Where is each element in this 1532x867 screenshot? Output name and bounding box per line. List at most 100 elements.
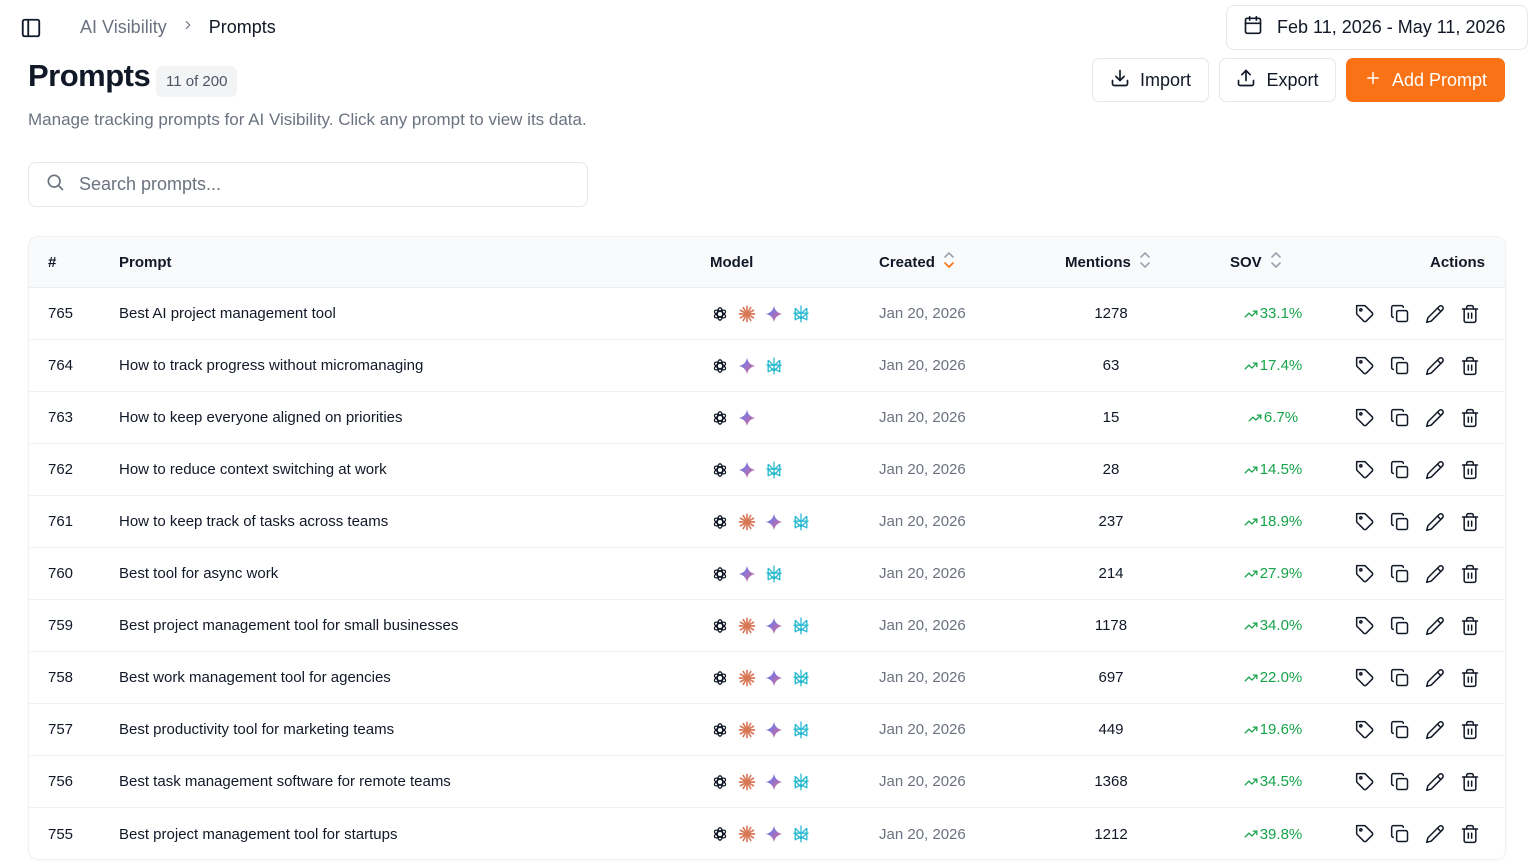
copy-icon[interactable] [1389, 511, 1411, 533]
row-prompt[interactable]: How to keep track of tasks across teams [119, 513, 388, 530]
table-header: # Prompt Model Created Mentions SOV Acti… [29, 237, 1505, 288]
edit-icon[interactable] [1424, 615, 1446, 637]
import-button[interactable]: Import [1092, 58, 1209, 102]
copy-icon[interactable] [1389, 823, 1411, 845]
edit-icon[interactable] [1424, 823, 1446, 845]
claude-icon [737, 824, 757, 844]
row-id: 760 [48, 565, 74, 582]
trash-icon[interactable] [1459, 771, 1481, 793]
copy-icon[interactable] [1389, 563, 1411, 585]
table-row[interactable]: 755 Best project management tool for star… [29, 808, 1505, 859]
row-sov-value: 19.6% [1259, 721, 1303, 738]
claude-icon [737, 668, 757, 688]
copy-icon[interactable] [1389, 459, 1411, 481]
edit-icon[interactable] [1424, 771, 1446, 793]
header-sov[interactable]: SOV [1230, 251, 1282, 273]
trending-up-icon [1244, 619, 1258, 633]
edit-icon[interactable] [1424, 459, 1446, 481]
row-prompt[interactable]: Best project management tool for startup… [119, 826, 397, 843]
import-label: Import [1139, 69, 1191, 90]
row-created: Jan 20, 2026 [879, 409, 966, 426]
row-prompt[interactable]: Best project management tool for small b… [119, 617, 458, 634]
perplexity-icon [764, 356, 784, 376]
tag-icon[interactable] [1354, 407, 1376, 429]
header-mentions[interactable]: Mentions [1065, 251, 1151, 273]
row-sov: 34.5% [1226, 773, 1320, 790]
edit-icon[interactable] [1424, 719, 1446, 741]
date-range-picker[interactable]: Feb 11, 2026 - May 11, 2026 [1226, 5, 1528, 50]
table-row[interactable]: 764 How to track progress without microma… [29, 340, 1505, 392]
tag-icon[interactable] [1354, 615, 1376, 637]
tag-icon[interactable] [1354, 771, 1376, 793]
upload-icon [1236, 68, 1256, 93]
row-prompt[interactable]: How to keep everyone aligned on prioriti… [119, 409, 403, 426]
tag-icon[interactable] [1354, 459, 1376, 481]
row-prompt[interactable]: How to track progress without micromanag… [119, 357, 423, 374]
search-icon [45, 172, 65, 197]
row-sov-value: 18.9% [1259, 513, 1303, 530]
edit-icon[interactable] [1424, 355, 1446, 377]
trash-icon[interactable] [1459, 355, 1481, 377]
tag-icon[interactable] [1354, 719, 1376, 741]
row-prompt[interactable]: Best productivity tool for marketing tea… [119, 721, 394, 738]
header-model: Model [710, 253, 754, 271]
breadcrumb-ai-visibility[interactable]: AI Visibility [80, 17, 167, 38]
edit-icon[interactable] [1424, 407, 1446, 429]
row-sov-value: 6.7% [1263, 409, 1299, 426]
row-id: 765 [48, 305, 74, 322]
gemini-icon [764, 772, 784, 792]
table-row[interactable]: 761 How to keep track of tasks across tea… [29, 496, 1505, 548]
table-row[interactable]: 762 How to reduce context switching at wo… [29, 444, 1505, 496]
row-prompt[interactable]: Best task management software for remote… [119, 773, 451, 790]
row-sov: 14.5% [1226, 461, 1320, 478]
chatgpt-icon [710, 304, 730, 324]
tag-icon[interactable] [1354, 823, 1376, 845]
trash-icon[interactable] [1459, 407, 1481, 429]
row-created: Jan 20, 2026 [879, 565, 966, 582]
trash-icon[interactable] [1459, 563, 1481, 585]
search-input[interactable] [79, 174, 559, 195]
tag-icon[interactable] [1354, 355, 1376, 377]
row-prompt[interactable]: Best tool for async work [119, 565, 278, 582]
edit-icon[interactable] [1424, 563, 1446, 585]
table-row[interactable]: 763 How to keep everyone aligned on prior… [29, 392, 1505, 444]
copy-icon[interactable] [1389, 719, 1411, 741]
trash-icon[interactable] [1459, 459, 1481, 481]
copy-icon[interactable] [1389, 407, 1411, 429]
trash-icon[interactable] [1459, 303, 1481, 325]
copy-icon[interactable] [1389, 771, 1411, 793]
edit-icon[interactable] [1424, 667, 1446, 689]
trash-icon[interactable] [1459, 823, 1481, 845]
edit-icon[interactable] [1424, 511, 1446, 533]
tag-icon[interactable] [1354, 667, 1376, 689]
row-prompt[interactable]: Best work management tool for agencies [119, 669, 391, 686]
table-row[interactable]: 758 Best work management tool for agencie… [29, 652, 1505, 704]
row-prompt[interactable]: Best AI project management tool [119, 305, 336, 322]
chatgpt-icon [710, 720, 730, 740]
copy-icon[interactable] [1389, 615, 1411, 637]
copy-icon[interactable] [1389, 667, 1411, 689]
trash-icon[interactable] [1459, 667, 1481, 689]
table-row[interactable]: 759 Best project management tool for smal… [29, 600, 1505, 652]
tag-icon[interactable] [1354, 563, 1376, 585]
table-row[interactable]: 765 Best AI project management tool Jan 20… [29, 288, 1505, 340]
copy-icon[interactable] [1389, 303, 1411, 325]
table-row[interactable]: 760 Best tool for async work Jan 20, 2026 2… [29, 548, 1505, 600]
add-prompt-button[interactable]: Add Prompt [1346, 58, 1505, 102]
copy-icon[interactable] [1389, 355, 1411, 377]
table-row[interactable]: 756 Best task management software for rem… [29, 756, 1505, 808]
table-row[interactable]: 757 Best productivity tool for marketing … [29, 704, 1505, 756]
header-created[interactable]: Created [879, 251, 955, 273]
tag-icon[interactable] [1354, 511, 1376, 533]
trash-icon[interactable] [1459, 719, 1481, 741]
edit-icon[interactable] [1424, 303, 1446, 325]
row-sov-value: 34.0% [1259, 617, 1303, 634]
trash-icon[interactable] [1459, 615, 1481, 637]
row-sov-value: 17.4% [1259, 357, 1303, 374]
tag-icon[interactable] [1354, 303, 1376, 325]
row-actions [1354, 511, 1481, 533]
export-button[interactable]: Export [1219, 58, 1336, 102]
row-prompt[interactable]: How to reduce context switching at work [119, 461, 387, 478]
trash-icon[interactable] [1459, 511, 1481, 533]
sidebar-toggle-icon[interactable] [20, 17, 42, 39]
